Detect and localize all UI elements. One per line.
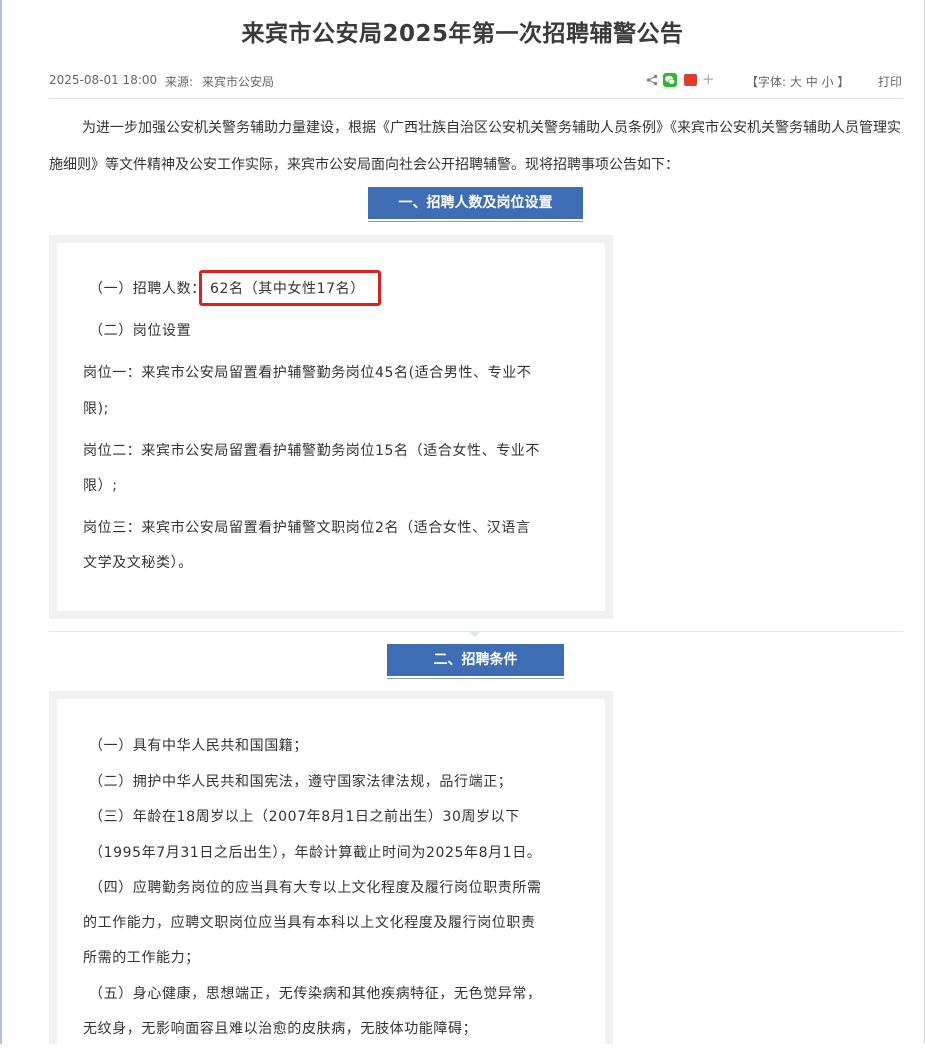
share-icon[interactable] — [646, 74, 658, 86]
position-two-line2: 限）; — [83, 478, 118, 494]
meta-divider — [49, 98, 903, 99]
font-size-bracket: 】 — [837, 75, 850, 89]
publish-date: 2025-08-01 18:00 — [49, 73, 158, 87]
condition-line: （1995年7月31日之后出生），年龄计算截止时间为2025年8月1日。 — [89, 845, 542, 861]
recruit-count-label: （一）招聘人数： — [89, 281, 206, 297]
font-small-button[interactable]: 小 — [822, 75, 834, 89]
condition-line: （四）应聘勤务岗位的应当具有大专以上文化程度及履行岗位职责所需 — [89, 880, 542, 896]
intro-paragraph: 为进一步加强公安机关警务辅助力量建设，根据《广西壮族自治区公安机关警务辅助人员条… — [49, 120, 901, 173]
condition-line: 所需的工作能力； — [83, 950, 200, 966]
print-button[interactable]: 打印 — [878, 73, 902, 90]
section-heading-recruitment-conditions: 二、招聘条件 — [387, 644, 564, 679]
plus-icon[interactable]: + — [702, 70, 715, 88]
condition-line: （五）身心健康，思想端正，无传染病和其他疾病特征，无色觉异常， — [89, 986, 542, 1002]
position-one-line2: 限); — [83, 401, 109, 417]
source-label: 来源: — [165, 75, 194, 89]
weibo-icon[interactable] — [684, 74, 697, 86]
font-medium-button[interactable]: 中 — [806, 75, 818, 89]
section-heading-recruitment-positions: 一、招聘人数及岗位设置 — [368, 187, 583, 222]
position-one-line1: 岗位一：来宾市公安局留置看护辅警勤务岗位45名(适合男性、专业不 — [83, 365, 532, 381]
article-meta-bar: 2025-08-01 18:00 来源: 来宾市公安局 + 【字体: 大 中 小… — [49, 70, 903, 91]
source-value: 来宾市公安局 — [202, 75, 275, 89]
highlight-box — [199, 270, 381, 306]
position-three-line1: 岗位三：来宾市公安局留置看护辅警文职岗位2名（适合女性、汉语言 — [83, 520, 531, 536]
condition-line: 无纹身，无影响面容且难以治愈的皮肤病，无肢体功能障碍； — [83, 1021, 478, 1037]
article-title: 来宾市公安局2025年第一次招聘辅警公告 — [241, 21, 684, 47]
font-size-control: 【字体: 大 中 小 】 — [746, 73, 849, 90]
divider-notch — [469, 631, 481, 637]
condition-line: （三）年龄在18周岁以上（2007年8月1日之前出生）30周岁以下 — [89, 809, 520, 825]
font-large-button[interactable]: 大 — [790, 75, 802, 89]
font-size-label: 【字体: — [746, 75, 787, 89]
condition-line: （二）拥护中华人民共和国宪法，遵守国家法律法规，品行端正； — [89, 774, 513, 790]
position-three-line2: 文学及文秘类）。 — [83, 555, 193, 571]
position-settings-heading: （二）岗位设置 — [89, 323, 192, 339]
position-two-line1: 岗位二：来宾市公安局留置看护辅警勤务岗位15名（适合女性、专业不 — [83, 443, 541, 459]
page-left-border — [0, 0, 2, 1044]
wechat-icon[interactable] — [663, 73, 677, 87]
condition-line: （一）具有中华人民共和国国籍； — [89, 738, 308, 754]
condition-line: 的工作能力，应聘文职岗位应当具有本科以上文化程度及履行岗位职责 — [83, 915, 536, 931]
